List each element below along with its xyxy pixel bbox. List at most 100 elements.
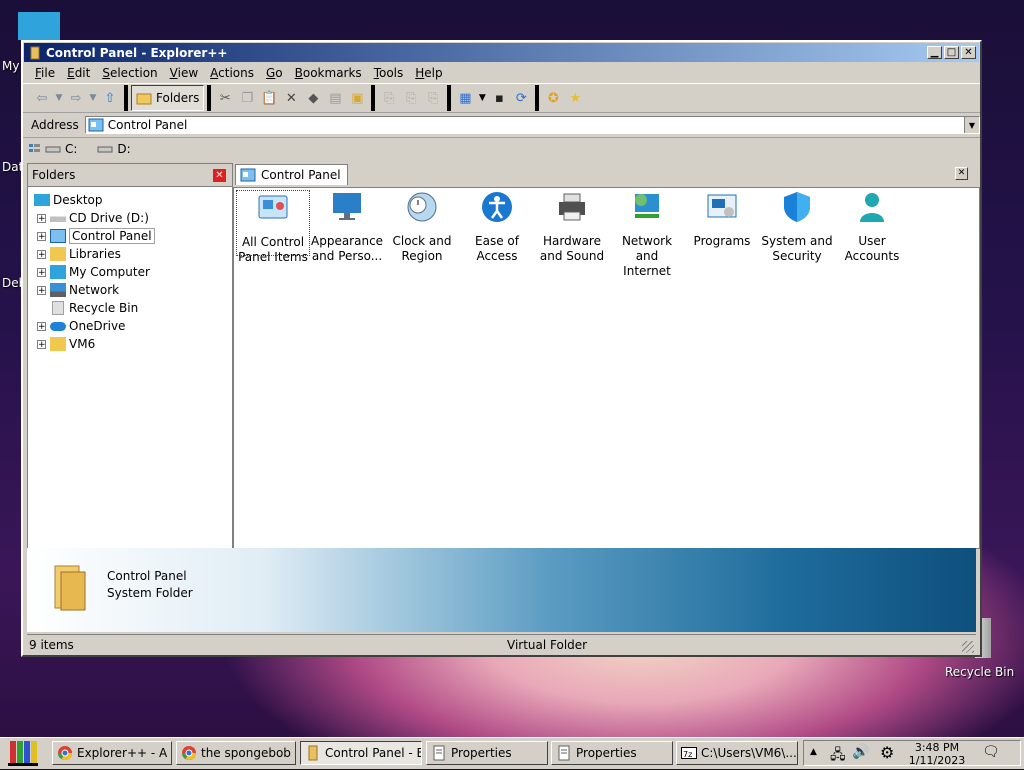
menu-file[interactable]: File — [35, 66, 55, 80]
tab-control-panel[interactable]: Control Panel — [235, 164, 348, 185]
cp-item-system-security[interactable]: System and Security — [761, 190, 833, 264]
tree-item-libraries[interactable]: + Libraries — [28, 245, 232, 263]
copy-to-icon[interactable]: ⎘ — [378, 87, 400, 109]
maximize-button[interactable]: □ — [944, 46, 959, 59]
tree-item-network[interactable]: + Network — [28, 281, 232, 299]
clock[interactable]: 3:48 PM 1/11/2023 — [907, 741, 967, 767]
taskbar-item-properties-2[interactable]: Properties — [551, 741, 673, 765]
network-icon — [635, 194, 659, 218]
close-folders-pane-icon[interactable]: ✕ — [213, 169, 226, 182]
drives-bar: C: D: — [23, 138, 980, 160]
minimize-button[interactable]: ▁ — [927, 46, 942, 59]
expand-icon[interactable]: + — [37, 249, 46, 259]
expand-icon[interactable]: + — [37, 339, 46, 349]
folders-icon — [136, 93, 152, 105]
network-icon — [50, 283, 66, 297]
cp-item-user-accounts[interactable]: User Accounts — [836, 190, 908, 264]
tree-item-label: CD Drive (D:) — [69, 211, 149, 225]
toolbar-separator — [371, 85, 376, 111]
start-button[interactable] — [4, 739, 42, 767]
folders-button[interactable]: Folders — [131, 85, 205, 111]
menu-view[interactable]: View — [170, 66, 198, 80]
address-dropdown-icon[interactable]: ▼ — [964, 117, 979, 133]
taskbar: Explorer++ - A s... the spongebob s... C… — [0, 737, 1024, 769]
settings-gear-icon[interactable]: ⚙ — [880, 743, 894, 762]
network-tray-icon[interactable]: 🖧 — [830, 744, 846, 768]
menu-actions[interactable]: Actions — [210, 66, 254, 80]
cp-item-network-internet[interactable]: Network and Internet — [611, 190, 683, 279]
taskbar-item-label: C:\Users\VM6\... — [701, 746, 797, 760]
drive-d-button[interactable]: D: — [117, 142, 130, 156]
delete-icon[interactable]: ✕ — [280, 87, 302, 109]
expand-icon[interactable]: + — [37, 267, 46, 277]
move-to-icon[interactable]: ⎘ — [400, 87, 422, 109]
tree-item-my-computer[interactable]: + My Computer — [28, 263, 232, 281]
printer-icon — [559, 193, 585, 221]
taskbar-item-explorer-chrome[interactable]: Explorer++ - A s... — [52, 741, 172, 765]
cut-icon[interactable]: ✂ — [214, 87, 236, 109]
status-folder-type: Virtual Folder — [507, 638, 588, 652]
bookmarks-star-icon[interactable]: ★ — [564, 87, 586, 109]
share-icon[interactable]: ⎘ — [422, 87, 444, 109]
taskbar-item-control-panel[interactable]: Control Panel - E... — [300, 741, 422, 765]
refresh-icon[interactable]: ⟳ — [510, 87, 532, 109]
tree-item-desktop[interactable]: Desktop — [28, 191, 232, 209]
tree-item-onedrive[interactable]: + OneDrive — [28, 317, 232, 335]
expand-icon[interactable]: + — [37, 321, 46, 331]
taskbar-item-properties-1[interactable]: Properties — [426, 741, 548, 765]
back-dropdown-icon[interactable]: ▼ — [53, 87, 65, 109]
resize-grip[interactable] — [962, 641, 974, 653]
expand-icon[interactable]: + — [37, 285, 46, 295]
bookmark-tab-icon[interactable]: ✪ — [542, 87, 564, 109]
tree-item-control-panel[interactable]: + Control Panel — [28, 227, 232, 245]
window-title: Control Panel - Explorer++ — [46, 45, 228, 60]
views-dropdown-icon[interactable]: ▼ — [476, 87, 488, 109]
toolbar-separator — [535, 85, 540, 111]
command-prompt-icon[interactable]: ▪ — [488, 87, 510, 109]
volume-icon[interactable]: 🔊 — [852, 744, 869, 760]
cp-item-label: and Sound — [539, 249, 605, 263]
copy-icon[interactable]: ❐ — [236, 87, 258, 109]
cp-item-appearance[interactable]: Appearance and Perso... — [311, 190, 383, 264]
cp-item-label: Network and — [621, 234, 673, 263]
properties-icon[interactable]: ▤ — [324, 87, 346, 109]
menu-go[interactable]: Go — [266, 66, 283, 80]
tree-item-vm6[interactable]: + VM6 — [28, 335, 232, 353]
desktop-icon-top[interactable] — [18, 12, 60, 40]
cp-item-hardware-sound[interactable]: Hardware and Sound — [536, 190, 608, 264]
menu-edit[interactable]: Edit — [67, 66, 90, 80]
views-icon[interactable]: ▦ — [454, 87, 476, 109]
folder-tree: Desktop + CD Drive (D:) + Control Panel … — [28, 187, 232, 353]
taskbar-item-spongebob-chrome[interactable]: the spongebob s... — [176, 741, 296, 765]
cp-item-clock-region[interactable]: Clock and Region — [386, 190, 458, 264]
menu-bookmarks[interactable]: Bookmarks — [295, 66, 362, 80]
notifications-icon[interactable]: 🗨 — [982, 744, 1000, 760]
cp-item-ease-of-access[interactable]: Ease of Access — [461, 190, 533, 264]
cp-item-label: System and — [761, 234, 833, 248]
taskbar-item-7zip[interactable]: 7z C:\Users\VM6\... — [676, 741, 798, 765]
title-bar[interactable]: Control Panel - Explorer++ ▁ □ ✕ — [24, 43, 979, 62]
tree-item-cd-drive[interactable]: + CD Drive (D:) — [28, 209, 232, 227]
close-tab-icon[interactable]: ✕ — [955, 167, 968, 180]
forward-dropdown-icon[interactable]: ▼ — [87, 87, 99, 109]
expand-icon[interactable]: + — [37, 213, 46, 223]
menu-tools[interactable]: Tools — [374, 66, 404, 80]
paste-icon[interactable]: 📋 — [258, 87, 280, 109]
address-input[interactable]: Control Panel ▼ — [84, 116, 980, 134]
close-button[interactable]: ✕ — [961, 46, 976, 59]
cp-item-label: Panel Items — [238, 250, 308, 264]
forward-icon[interactable]: ⇨ — [65, 87, 87, 109]
cp-item-programs[interactable]: Programs — [686, 190, 758, 249]
new-folder-icon[interactable]: ▣ — [346, 87, 368, 109]
menu-help[interactable]: Help — [415, 66, 442, 80]
tree-item-recycle-bin[interactable]: Recycle Bin — [28, 299, 232, 317]
control-panel-icon — [240, 168, 256, 182]
up-icon[interactable]: ⇧ — [99, 87, 121, 109]
menu-selection[interactable]: Selection — [102, 66, 157, 80]
back-icon[interactable]: ⇦ — [31, 87, 53, 109]
cp-item-all-control-panel-items[interactable]: All Control Panel Items — [236, 190, 310, 264]
delete-permanently-icon[interactable]: ◆ — [302, 87, 324, 109]
expand-icon[interactable]: + — [37, 231, 46, 241]
tray-expand-icon[interactable]: ▲ — [810, 747, 817, 757]
drive-c-button[interactable]: C: — [65, 142, 77, 156]
